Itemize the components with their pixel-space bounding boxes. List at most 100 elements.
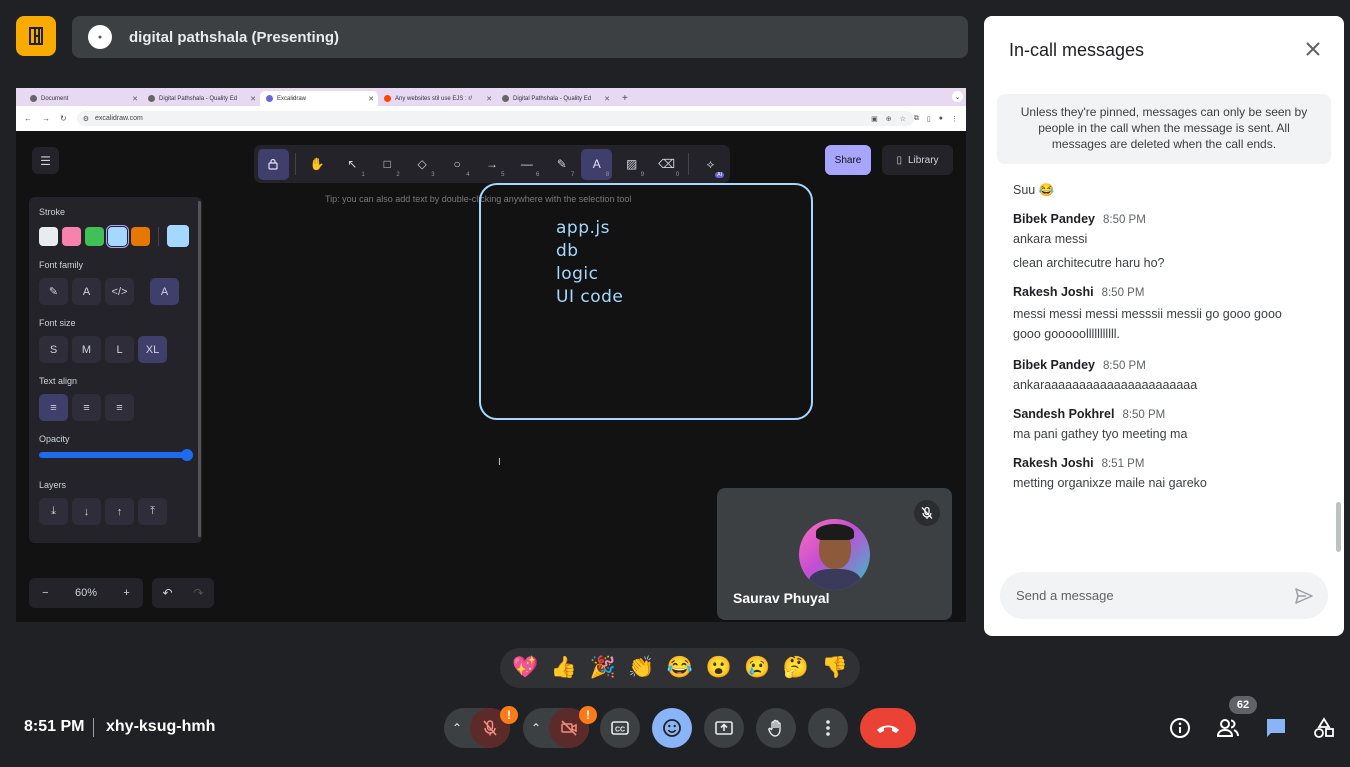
reaction-surprised[interactable]: 😮: [706, 656, 732, 680]
chat-icon[interactable]: [1262, 714, 1290, 742]
emoji-reactions-button[interactable]: [652, 708, 692, 748]
activities-icon[interactable]: [1310, 714, 1338, 742]
more-options-button[interactable]: [808, 708, 848, 748]
message-input[interactable]: Send a message: [1000, 572, 1328, 619]
site-info-icon[interactable]: ⚙: [83, 115, 89, 123]
url-field[interactable]: ⚙ excalidraw.com ▣ ⊕ ☆: [76, 111, 914, 126]
browser-menu-icon[interactable]: ⋮: [951, 115, 958, 123]
drawn-text-line: UI code: [556, 287, 624, 307]
close-icon[interactable]: [1302, 38, 1324, 60]
line-tool-icon[interactable]: —6: [511, 149, 542, 180]
reload-icon[interactable]: ↻: [60, 114, 67, 123]
tab-close-icon[interactable]: ✕: [250, 95, 256, 103]
drawn-text[interactable]: app.js db logic UI code: [556, 217, 623, 309]
stroke-swatch-green[interactable]: [85, 226, 104, 246]
align-left-icon[interactable]: ≡: [39, 394, 68, 421]
tab-close-icon[interactable]: ✕: [604, 95, 610, 103]
send-backward-icon[interactable]: ↓: [72, 498, 101, 525]
reaction-thumbs-up[interactable]: 👍: [551, 656, 577, 680]
image-tool-icon[interactable]: ▨ 9: [616, 149, 647, 180]
captions-button[interactable]: CC: [600, 708, 640, 748]
hand-tool-icon[interactable]: ✋: [302, 149, 333, 180]
opacity-slider-knob[interactable]: [181, 449, 193, 461]
hand-drawn-font-icon[interactable]: ✎: [39, 278, 68, 305]
reaction-laugh[interactable]: 😂: [667, 656, 693, 680]
redo-icon[interactable]: ↷: [193, 586, 203, 600]
align-right-icon[interactable]: ≡: [105, 394, 134, 421]
audio-options-chevron-icon[interactable]: ⌃: [444, 721, 470, 735]
reaction-party[interactable]: 🎉: [590, 656, 616, 680]
participant-tile[interactable]: Saurav Phuyal: [717, 488, 952, 620]
browser-tab[interactable]: Digital Pathshala - Quality Ed ✕: [142, 91, 260, 106]
meet-logo[interactable]: [16, 16, 56, 56]
diamond-tool-icon[interactable]: ◇ 3: [407, 149, 438, 180]
current-stroke-color[interactable]: [167, 225, 189, 247]
stroke-swatch-blue[interactable]: [106, 224, 129, 248]
tab-close-icon[interactable]: ✕: [132, 95, 138, 103]
selection-tool-icon[interactable]: ↖ 1: [337, 149, 368, 180]
opacity-slider[interactable]: [39, 449, 193, 461]
chat-scrollbar[interactable]: [1336, 502, 1341, 552]
code-font-icon[interactable]: </>: [105, 278, 134, 305]
font-size-s[interactable]: S: [39, 336, 68, 363]
text-tool-icon[interactable]: A8: [581, 148, 613, 180]
zoom-out-icon[interactable]: −: [42, 587, 48, 599]
leave-call-button[interactable]: [860, 708, 916, 748]
extensions-icon[interactable]: ⧉: [914, 115, 919, 123]
cast-icon[interactable]: ▣: [871, 115, 878, 123]
rectangle-tool-icon[interactable]: □ 2: [372, 149, 403, 180]
profile-icon[interactable]: ●: [939, 115, 943, 123]
lock-tool-icon[interactable]: [258, 148, 289, 180]
tab-search-chevron-icon[interactable]: ⌄: [952, 91, 963, 102]
tab-close-icon[interactable]: ✕: [368, 95, 374, 103]
send-to-back-icon[interactable]: ⤓: [39, 498, 68, 525]
arrow-tool-icon[interactable]: → 5: [477, 149, 508, 180]
forward-icon[interactable]: →: [42, 114, 50, 123]
bring-to-front-icon[interactable]: ⤒: [138, 498, 167, 525]
tab-close-icon[interactable]: ✕: [486, 95, 492, 103]
browser-tab-active[interactable]: Excalidraw ✕: [260, 91, 378, 106]
undo-icon[interactable]: ↶: [162, 586, 172, 600]
normal-font-icon[interactable]: A: [72, 278, 101, 305]
bring-forward-icon[interactable]: ↑: [105, 498, 134, 525]
video-options-chevron-icon[interactable]: ⌃: [523, 721, 549, 735]
reaction-thumbs-down[interactable]: 👎: [822, 656, 848, 680]
share-button[interactable]: Share: [825, 145, 871, 175]
font-size-m[interactable]: M: [72, 336, 101, 363]
new-tab-icon[interactable]: +: [622, 91, 628, 106]
reaction-sad[interactable]: 😢: [744, 656, 770, 680]
font-picker-icon[interactable]: A: [150, 278, 179, 305]
zoom-level[interactable]: 60%: [75, 587, 97, 599]
ellipse-tool-icon[interactable]: ○ 4: [442, 149, 473, 180]
zoom-icon[interactable]: ⊕: [886, 115, 892, 123]
panel-scrollbar[interactable]: [198, 201, 201, 537]
shapes-ai-tool-icon[interactable]: ⟡ AI: [695, 149, 726, 180]
meeting-info-icon[interactable]: [1166, 714, 1194, 742]
hamburger-menu-icon[interactable]: ☰: [32, 147, 59, 174]
stroke-swatch-white[interactable]: [39, 226, 58, 246]
eraser-tool-icon[interactable]: ⌫ 0: [651, 149, 682, 180]
reaction-heart[interactable]: 💖: [512, 656, 538, 680]
align-center-icon[interactable]: ≡: [72, 394, 101, 421]
drawn-rectangle[interactable]: [479, 183, 813, 420]
sidebar-icon[interactable]: ▯: [927, 115, 931, 123]
reaction-thinking[interactable]: 🤔: [783, 656, 809, 680]
present-screen-button[interactable]: [704, 708, 744, 748]
browser-tab[interactable]: Digital Pathshala - Quality Ed ✕: [496, 91, 614, 106]
library-button[interactable]: ▯ Library: [882, 145, 953, 175]
zoom-in-icon[interactable]: +: [123, 587, 129, 599]
reaction-clap[interactable]: 👏: [628, 656, 654, 680]
chat-info-note: Unless they're pinned, messages can only…: [997, 94, 1331, 164]
stroke-swatch-orange[interactable]: [131, 226, 150, 246]
back-icon[interactable]: ←: [24, 114, 32, 123]
stroke-swatch-pink[interactable]: [62, 226, 81, 246]
font-size-xl[interactable]: XL: [138, 336, 167, 363]
browser-tab[interactable]: Any websites stil use EJS : r/ ✕: [378, 91, 496, 106]
send-icon[interactable]: [1294, 586, 1314, 606]
pencil-tool-icon[interactable]: ✎ 7: [546, 149, 577, 180]
raise-hand-button[interactable]: [756, 708, 796, 748]
browser-tab[interactable]: Document ✕: [24, 91, 142, 106]
font-size-l[interactable]: L: [105, 336, 134, 363]
people-icon[interactable]: [1214, 714, 1242, 742]
bookmark-star-icon[interactable]: ☆: [900, 115, 906, 123]
